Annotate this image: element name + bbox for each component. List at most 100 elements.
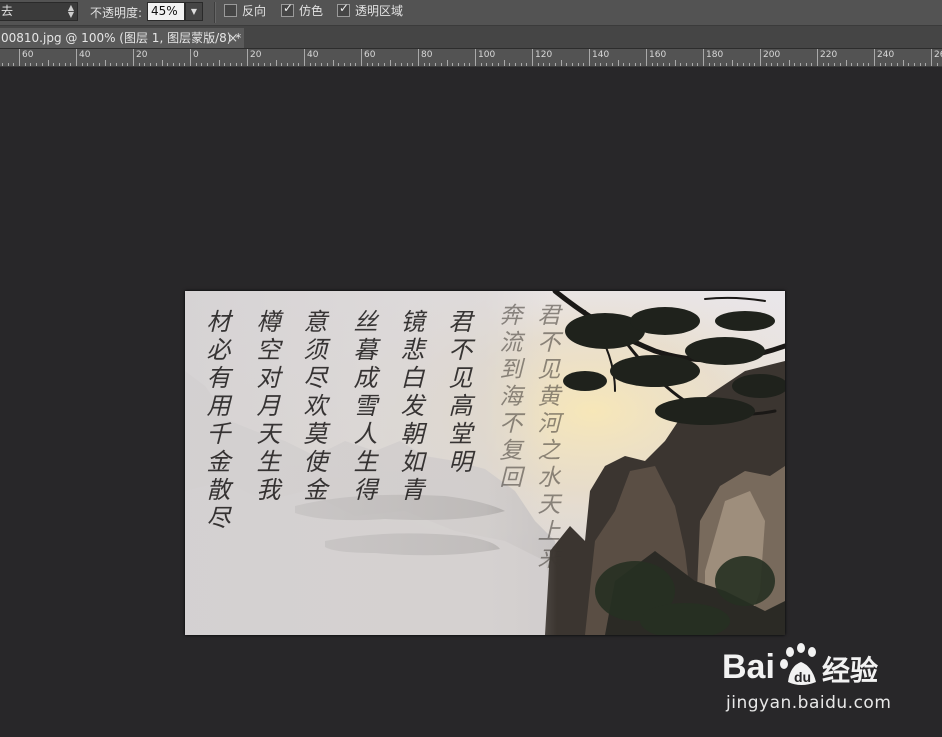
ruler-tick <box>771 63 773 66</box>
ruler-tick <box>577 63 579 66</box>
svg-text:经验: 经验 <box>822 654 878 687</box>
ruler-tick <box>919 63 921 66</box>
ruler-label: 260 <box>934 50 942 60</box>
ruler-tick <box>805 63 807 66</box>
ruler-tick <box>469 63 471 66</box>
ruler-tick <box>651 63 653 66</box>
ruler-tick <box>640 63 642 66</box>
ruler-tick <box>115 63 117 66</box>
ruler-tick <box>104 60 106 66</box>
ruler-tick <box>58 63 60 66</box>
ruler-tick <box>663 63 665 66</box>
document-tab-bar: 00810.jpg @ 100% (图层 1, 图层蒙版/8) * × <box>0 26 942 49</box>
ruler-tick <box>514 63 516 66</box>
updown-arrows-icon: ▲ ▼ <box>67 3 74 19</box>
ruler-tick <box>378 63 380 66</box>
ruler-tick <box>543 63 545 66</box>
ruler-tick <box>777 63 779 66</box>
ruler-tick <box>218 60 220 66</box>
ruler-tick <box>754 63 756 66</box>
ruler-tick <box>53 63 55 66</box>
opacity-dropdown-button[interactable]: ▼ <box>185 2 203 21</box>
ruler-tick <box>457 63 459 66</box>
ruler-tick <box>13 63 15 66</box>
ruler-tick <box>600 63 602 66</box>
ruler-tick <box>110 63 112 66</box>
ruler-tick <box>760 49 761 66</box>
ruler-tick <box>440 63 442 66</box>
ruler-tick <box>144 63 146 66</box>
ruler-tick <box>269 63 271 66</box>
calligraphy-column: 君不见高堂明 <box>444 309 472 477</box>
ruler-tick <box>47 60 49 66</box>
ruler-tick <box>229 63 231 66</box>
reverse-checkbox[interactable]: 反向 <box>224 4 266 21</box>
ruler-tick <box>138 63 140 66</box>
ruler-tick <box>93 63 95 66</box>
ruler-tick <box>480 63 482 66</box>
ruler-tick <box>925 63 927 66</box>
ruler-tick <box>571 63 573 66</box>
transparency-checkbox[interactable]: ✓ 透明区域 <box>337 1 403 21</box>
checkbox-box: ✓ <box>281 1 294 17</box>
ruler-tick <box>799 63 801 66</box>
dither-checkbox[interactable]: ✓ 仿色 <box>281 1 323 21</box>
ruler-tick <box>794 63 796 66</box>
ruler-tick <box>201 63 203 66</box>
options-bar: 去 ▲ ▼ 不透明度: 45% ▼ 反向 ✓ 仿色 ✓ 透明区域 <box>0 0 942 26</box>
ruler-tick <box>292 63 294 66</box>
ruler-tick <box>326 63 328 66</box>
ruler-tick <box>190 49 191 66</box>
close-icon[interactable]: × <box>228 28 238 48</box>
ruler-tick <box>195 63 197 66</box>
ruler-tick <box>817 49 818 66</box>
canvas-image[interactable]: 君不见黄河之水天上来 奔流到海不复回 君不见高堂明 镜悲白发朝如青 丝暮成雪人生得 意须尽… <box>185 291 785 635</box>
ruler-tick <box>150 63 152 66</box>
ruler-tick <box>178 63 180 66</box>
ruler-tick <box>828 63 830 66</box>
ruler-tick <box>64 63 66 66</box>
mode-select-value: 去 <box>1 4 14 18</box>
document-tab[interactable]: 00810.jpg @ 100% (图层 1, 图层蒙版/8) * × <box>0 28 244 48</box>
ruler-tick <box>583 63 585 66</box>
mode-select[interactable]: 去 ▲ ▼ <box>0 2 78 21</box>
ruler-tick <box>902 60 904 66</box>
ruler-tick <box>389 60 391 66</box>
ruler-tick <box>315 63 317 66</box>
ruler-tick <box>503 60 505 66</box>
calligraphy-column: 丝暮成雪人生得 <box>349 309 377 505</box>
ruler-label: 240 <box>877 50 895 60</box>
ruler-tick <box>446 60 448 66</box>
ruler-tick <box>361 49 362 66</box>
ruler-tick <box>674 60 676 66</box>
ruler-tick <box>400 63 402 66</box>
ruler-tick <box>931 49 932 66</box>
ruler-tick <box>822 63 824 66</box>
horizontal-ruler[interactable]: 60 40 20 0 20 40 60 80 100 120 140 160 180 200 220 240 2… <box>0 49 942 67</box>
ruler-tick <box>435 63 437 66</box>
ruler-tick <box>172 63 174 66</box>
ruler-label: 100 <box>478 50 496 60</box>
ruler-tick <box>161 60 163 66</box>
ruler-tick <box>703 49 704 66</box>
ruler-tick <box>70 63 72 66</box>
baidu-logo: Bai du 经验 <box>722 643 878 687</box>
ruler-label: 40 <box>79 50 91 60</box>
ruler-tick <box>896 63 898 66</box>
ruler-tick <box>241 63 243 66</box>
ruler-tick <box>41 63 43 66</box>
ruler-tick <box>908 63 910 66</box>
ruler-label: 80 <box>421 50 433 60</box>
ruler-tick <box>281 63 283 66</box>
ruler-tick <box>429 63 431 66</box>
ruler-tick <box>811 63 813 66</box>
watermark-url: jingyan.baidu.com <box>726 693 892 713</box>
ruler-tick <box>725 63 727 66</box>
ruler-tick <box>98 63 100 66</box>
opacity-input[interactable]: 45% <box>147 2 185 21</box>
calligraphy-column: 奔流到海不复回 <box>495 303 521 492</box>
ruler-tick <box>737 63 739 66</box>
calligraphy-column: 樽空对月天生我 <box>252 309 280 505</box>
ruler-tick <box>537 63 539 66</box>
ruler-tick <box>406 63 408 66</box>
